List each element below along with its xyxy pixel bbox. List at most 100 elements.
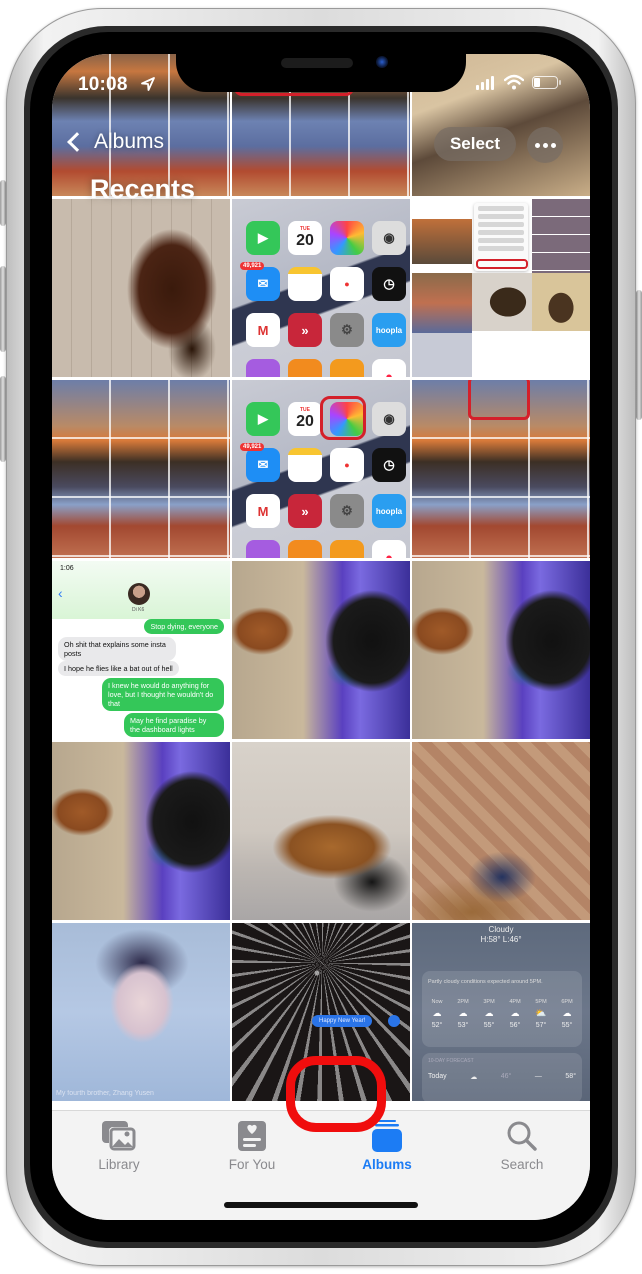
battery-level xyxy=(534,78,541,87)
photo-library-icon xyxy=(102,1121,136,1151)
hourly-forecast-item: Now ☁ 52° xyxy=(426,999,448,1029)
weather-high-low: H:58° L:46° xyxy=(480,935,522,944)
mail-app-icon: ✉ 49,921 xyxy=(240,443,280,482)
temp-range-bar: — xyxy=(534,1073,542,1080)
camera-app-icon: ◉ xyxy=(372,221,406,255)
location-arrow-icon xyxy=(141,77,155,91)
messages-contact-name: Di K6 xyxy=(132,607,145,613)
photo-grid: ▶ TUE 20 ◉ ✉ 49,921 ● ◷ M » ⚙ hoopla ● ▶… xyxy=(52,54,590,1101)
annotation-highlight xyxy=(468,380,530,420)
tab-for-you-label: For You xyxy=(228,1157,276,1172)
hourly-forecast: Now ☁ 52° 2PM ☁ 53° 3PM ☁ 55° 4PM ☁ 56° 5PM ⛅ 57° 6PM ☁ 5… xyxy=(426,999,578,1029)
hourly-forecast-item: 3PM ☁ 55° xyxy=(478,999,500,1029)
audible-app-icon xyxy=(288,540,322,558)
hourly-forecast-item: 4PM ☁ 56° xyxy=(504,999,526,1029)
ellipsis-icon xyxy=(534,142,540,148)
tab-albums[interactable]: Albums xyxy=(332,1119,442,1172)
gmail-app-icon: M xyxy=(246,494,280,528)
mail-app-icon: ✉ 49,921 xyxy=(240,262,280,301)
facetime-app-icon: ▶ xyxy=(246,402,280,436)
message-bubble: May he find paradise by the dashboard li… xyxy=(124,713,224,737)
albums-icon xyxy=(372,1120,402,1152)
ellipsis-icon xyxy=(550,142,556,148)
cellular-signal-icon xyxy=(476,76,494,90)
cloud-icon: ☁ xyxy=(470,1074,478,1081)
message-bubble: I knew he would do anything for love, bu… xyxy=(102,678,224,711)
forecast-high: 58° xyxy=(565,1073,576,1080)
photo-tile[interactable] xyxy=(52,199,230,377)
hour-temp: 53° xyxy=(457,1022,469,1029)
screenshot-tile[interactable]: ▶ TUE 20 ◉ ✉ 49,921 ● ◷ M » ⚙ hoopla ● xyxy=(232,199,410,377)
hourly-forecast-item: 6PM ☁ 55° xyxy=(556,999,578,1029)
messages-status-time: 1:06 xyxy=(60,565,74,572)
settings-app-icon: ⚙ xyxy=(330,313,364,347)
screenshot-tile[interactable]: My fourth brother, Zhang Yusen xyxy=(52,923,230,1101)
audible-app-icon xyxy=(288,359,322,377)
hourly-forecast-card: Partly cloudy conditions expected around… xyxy=(422,971,582,1047)
hour-temp: 55° xyxy=(561,1022,573,1029)
tab-library[interactable]: Library xyxy=(64,1119,174,1172)
podcasts-app-icon xyxy=(246,359,280,377)
thumbnail xyxy=(472,273,532,331)
photo-tile[interactable] xyxy=(412,561,590,739)
thumbnail xyxy=(412,219,472,264)
tab-for-you[interactable]: For You xyxy=(197,1119,307,1172)
hour-label: 3PM xyxy=(483,999,495,1005)
hourly-forecast-item: 5PM ⛅ 57° xyxy=(530,999,552,1029)
screenshot-tile[interactable]: 1:06 ‹ Di K6 Stop dying, everyone Oh shi… xyxy=(52,561,230,739)
fireworks-message-bubble: Happy New Year! xyxy=(312,1015,373,1027)
calendar-app-icon: TUE 20 xyxy=(288,221,322,255)
screenshot-tile[interactable] xyxy=(412,199,590,377)
cloud-icon: ☁ xyxy=(432,1008,442,1018)
hour-label: 6PM xyxy=(561,999,573,1005)
clock-app-icon: ◷ xyxy=(372,448,406,482)
screenshot-tile[interactable]: Cloudy H:58° L:46° Partly cloudy conditi… xyxy=(412,923,590,1101)
tab-search[interactable]: Search xyxy=(467,1119,577,1172)
partly-sunny-icon: ⛅ xyxy=(535,1008,547,1018)
select-button[interactable]: Select xyxy=(434,127,516,161)
status-time: 10:08 xyxy=(78,74,128,95)
hour-label: Now xyxy=(431,999,443,1005)
hour-temp: 57° xyxy=(535,1022,547,1029)
tab-bar: Library For You Albums Search xyxy=(52,1110,590,1220)
photo-tile[interactable] xyxy=(232,742,410,920)
screenshot-tile[interactable]: ▶ TUE 20 ◉ ✉ 49,921 ● ◷ M » ⚙ hoopla ● xyxy=(232,380,410,558)
photo-tile[interactable] xyxy=(52,380,230,558)
mail-badge: 49,921 xyxy=(240,262,265,270)
homescreen-icons: ▶ TUE 20 ◉ ✉ 49,921 ● ◷ M » ⚙ hoopla ● xyxy=(232,199,410,377)
thumbnail xyxy=(532,199,590,273)
calendar-app-icon: TUE 20 xyxy=(288,402,322,436)
notes-app-icon xyxy=(288,448,322,482)
home-indicator[interactable] xyxy=(224,1202,418,1208)
more-button[interactable] xyxy=(527,127,563,163)
back-button[interactable]: Albums xyxy=(66,130,164,154)
cloud-icon: ☁ xyxy=(562,1008,572,1018)
hour-label: 4PM xyxy=(509,999,521,1005)
photo-tile[interactable] xyxy=(232,561,410,739)
reminders-app-icon: ● xyxy=(330,448,364,482)
reminders-app-icon: ● xyxy=(330,267,364,301)
facetime-app-icon: ▶ xyxy=(246,221,280,255)
hour-temp: 56° xyxy=(509,1022,521,1029)
back-button-label: Albums xyxy=(94,130,165,153)
message-bubble: Oh shit that explains some insta posts xyxy=(58,637,176,661)
photo-tile[interactable] xyxy=(412,742,590,920)
annotation-highlight xyxy=(320,396,366,440)
side-button xyxy=(636,290,642,420)
scrub-app-icon: » xyxy=(288,494,322,528)
hourly-forecast-item: 2PM ☁ 53° xyxy=(452,999,474,1029)
gmail-app-icon: M xyxy=(246,313,280,347)
books-app-icon xyxy=(330,540,364,558)
screenshot-tile[interactable]: Happy New Year! xyxy=(232,923,410,1101)
photo-tile[interactable] xyxy=(52,742,230,920)
for-you-icon xyxy=(238,1121,266,1151)
photo-tile[interactable] xyxy=(412,380,590,558)
weather-summary: Partly cloudy conditions expected around… xyxy=(428,979,543,985)
cloud-icon: ☁ xyxy=(458,1008,468,1018)
hoopla-app-icon: hoopla xyxy=(372,494,406,528)
daily-forecast-card: 10-DAY FORECAST Today ☁ 46° — 58° xyxy=(422,1053,582,1101)
cloud-icon: ☁ xyxy=(510,1008,520,1018)
photos-app-icon xyxy=(330,221,364,255)
ellipsis-icon xyxy=(542,142,548,148)
reddit-app-icon: ● xyxy=(372,540,406,558)
